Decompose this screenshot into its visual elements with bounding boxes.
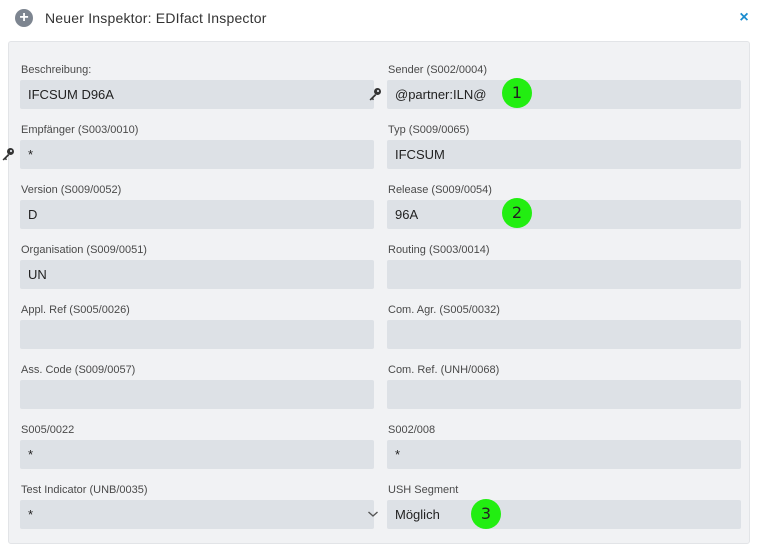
- annotation-marker-1: 1: [502, 78, 532, 108]
- appl-ref-input[interactable]: [20, 320, 374, 349]
- field-label: Test Indicator (UNB/0035): [21, 484, 148, 496]
- field-label: Com. Ref. (UNH/0068): [388, 364, 500, 376]
- ush-segment-select[interactable]: Möglich: [387, 500, 741, 529]
- routing-input[interactable]: [387, 260, 741, 289]
- annotation-marker-3: 3: [471, 499, 501, 529]
- field-label: USH Segment: [388, 484, 459, 496]
- field-label: S002/008: [388, 424, 436, 436]
- dialog-title: Neuer Inspektor: EDIfact Inspector: [45, 10, 267, 26]
- add-circle-icon: +: [15, 9, 33, 27]
- annotation-marker-2: 2: [502, 198, 532, 228]
- version-input[interactable]: D: [20, 200, 374, 229]
- field-label: Sender (S002/0004): [388, 64, 488, 76]
- key-icon[interactable]: [368, 87, 382, 101]
- com-agr-input[interactable]: [387, 320, 741, 349]
- beschreibung-input[interactable]: IFCSUM D96A: [20, 80, 374, 109]
- field-label: Empfänger (S003/0010): [21, 124, 139, 136]
- chevron-down-icon[interactable]: [367, 509, 379, 519]
- s002-008-input[interactable]: *: [387, 440, 741, 469]
- com-ref-input[interactable]: [387, 380, 741, 409]
- field-label: Routing (S003/0014): [388, 244, 490, 256]
- dialog-header: + Neuer Inspektor: EDIfact Inspector ×: [0, 0, 760, 38]
- key-icon[interactable]: [1, 147, 15, 161]
- field-label: Version (S009/0052): [21, 184, 122, 196]
- form-panel: Beschreibung: IFCSUM D96A Sender (S002/0…: [2, 41, 750, 544]
- field-label: Beschreibung:: [21, 64, 92, 76]
- close-icon[interactable]: ×: [737, 9, 751, 27]
- field-label: Appl. Ref (S005/0026): [21, 304, 130, 316]
- ass-code-input[interactable]: [20, 380, 374, 409]
- field-label: Com. Agr. (S005/0032): [388, 304, 500, 316]
- organisation-input[interactable]: UN: [20, 260, 374, 289]
- empfaenger-input[interactable]: *: [20, 140, 374, 169]
- field-label: Typ (S009/0065): [388, 124, 470, 136]
- field-label: Ass. Code (S009/0057): [21, 364, 136, 376]
- release-input[interactable]: 96A: [387, 200, 741, 229]
- test-indicator-input[interactable]: *: [20, 500, 374, 529]
- typ-input[interactable]: IFCSUM: [387, 140, 741, 169]
- field-label: S005/0022: [21, 424, 75, 436]
- field-label: Organisation (S009/0051): [21, 244, 147, 256]
- sender-input[interactable]: @partner:ILN@: [387, 80, 741, 109]
- field-label: Release (S009/0054): [388, 184, 492, 196]
- s005-0022-input[interactable]: *: [20, 440, 374, 469]
